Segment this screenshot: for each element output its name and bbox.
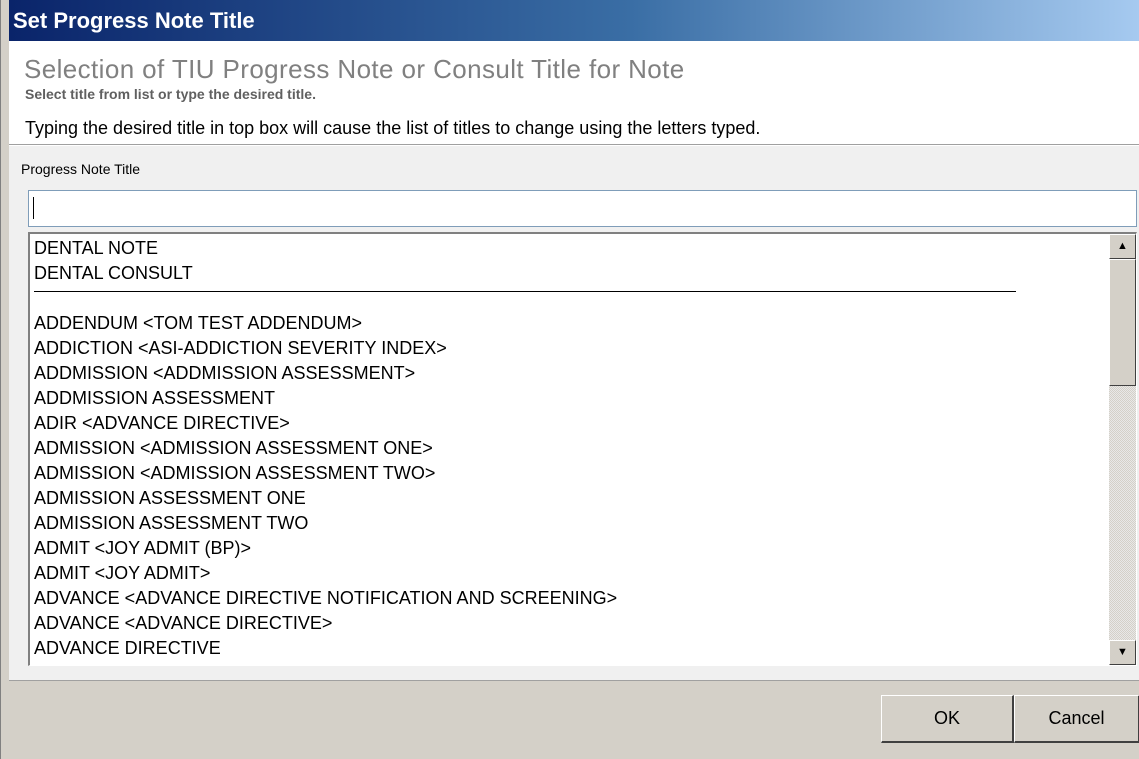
arrow-up-icon[interactable]: ▲ <box>1109 234 1136 259</box>
dialog-heading: Selection of TIU Progress Note or Consul… <box>24 54 685 84</box>
list-item[interactable]: ADMIT <JOY ADMIT (BP)> <box>34 536 1104 561</box>
arrow-down-icon[interactable]: ▼ <box>1109 640 1136 665</box>
set-progress-note-title-dialog: Set Progress Note Title Selection of TIU… <box>0 0 1139 759</box>
list-item[interactable]: ADDMISSION ASSESSMENT <box>34 386 1104 411</box>
list-item[interactable]: ADDICTION <ASI-ADDICTION SEVERITY INDEX> <box>34 336 1104 361</box>
dialog-header: Selection of TIU Progress Note or Consul… <box>9 41 1139 145</box>
list-item[interactable]: ADDMISSION <ADDMISSION ASSESSMENT> <box>34 361 1104 386</box>
list-item[interactable]: ADMIT <JOY ADMIT> <box>34 561 1104 586</box>
progress-note-title-label: Progress Note Title <box>21 161 141 177</box>
ok-button[interactable]: OK <box>881 695 1014 743</box>
list-item[interactable]: DENTAL NOTE <box>34 236 1104 261</box>
list-item[interactable]: ADMISSION ASSESSMENT ONE <box>34 486 1104 511</box>
title-listbox[interactable]: DENTAL NOTE DENTAL CONSULT ADDENDUM <TOM… <box>28 232 1137 666</box>
cancel-button[interactable]: Cancel <box>1014 695 1139 743</box>
progress-note-title-input[interactable] <box>28 190 1137 227</box>
list-item[interactable]: ADIR <ADVANCE DIRECTIVE> <box>34 411 1104 436</box>
list-item[interactable]: ADDENDUM <TOM TEST ADDENDUM> <box>34 311 1104 336</box>
window-title-bar[interactable]: Set Progress Note Title <box>9 0 1139 41</box>
list-separator <box>34 286 1104 311</box>
dialog-footer: OK Cancel <box>9 680 1139 759</box>
scrollbar-thumb[interactable] <box>1109 259 1136 386</box>
list-item[interactable]: ADVANCE <ADVANCE DIRECTIVE> <box>34 611 1104 636</box>
list-item[interactable]: ADVANCE DIRECTIVE <box>34 636 1104 661</box>
list-item[interactable]: ADVANCE <ADVANCE DIRECTIVE NOTIFICATION … <box>34 586 1104 611</box>
window-title: Set Progress Note Title <box>13 8 255 33</box>
list-scrollbar[interactable]: ▲ ▼ <box>1109 234 1136 665</box>
list-item[interactable]: ADMISSION <ADMISSION ASSESSMENT TWO> <box>34 461 1104 486</box>
list-item[interactable]: ADMISSION ASSESSMENT TWO <box>34 511 1104 536</box>
dialog-instruction: Typing the desired title in top box will… <box>25 118 761 138</box>
title-list-items: DENTAL NOTE DENTAL CONSULT ADDENDUM <TOM… <box>34 236 1104 661</box>
list-item[interactable]: ADMISSION <ADMISSION ASSESSMENT ONE> <box>34 436 1104 461</box>
dialog-subheading: Select title from list or type the desir… <box>25 86 316 102</box>
list-item[interactable]: DENTAL CONSULT <box>34 261 1104 286</box>
text-caret <box>33 197 34 219</box>
title-selection-panel: Progress Note Title DENTAL NOTE DENTAL C… <box>9 145 1139 680</box>
